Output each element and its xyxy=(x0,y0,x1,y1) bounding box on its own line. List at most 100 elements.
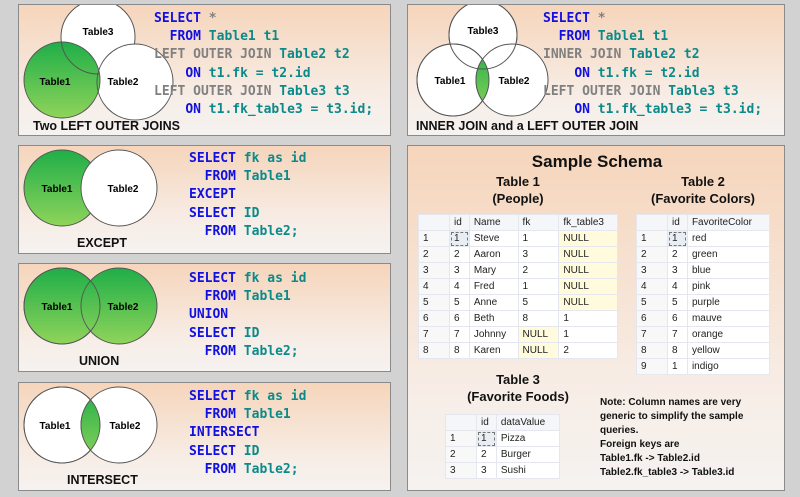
table-row[interactable]: 4 4 pink xyxy=(636,278,771,295)
table-row[interactable]: 1 1 red xyxy=(636,230,771,247)
table-cell[interactable]: 2 xyxy=(667,246,688,263)
table-cell[interactable]: 1 xyxy=(517,230,560,247)
table-cell[interactable]: 1 xyxy=(667,230,688,247)
row-number[interactable]: 9 xyxy=(636,358,668,375)
table-row[interactable]: 6 6 mauve xyxy=(636,310,771,327)
row-number[interactable]: 4 xyxy=(418,278,450,295)
table-row[interactable]: 3 3 Mary 2 NULL xyxy=(418,262,618,279)
table-cell[interactable]: Steve xyxy=(468,230,519,247)
row-number[interactable]: 6 xyxy=(418,310,450,327)
row-number[interactable]: 8 xyxy=(636,342,668,359)
table-row[interactable]: 8 8 yellow xyxy=(636,342,771,359)
table-cell[interactable]: 4 xyxy=(449,278,470,295)
table-cell[interactable]: 3 xyxy=(449,262,470,279)
table-cell[interactable]: 7 xyxy=(667,326,688,343)
column-header[interactable] xyxy=(418,214,450,231)
row-number[interactable]: 7 xyxy=(418,326,450,343)
table-cell[interactable]: 1 xyxy=(558,326,618,343)
table-row[interactable]: 5 5 Anne 5 NULL xyxy=(418,294,618,311)
column-header[interactable]: fk_table3 xyxy=(558,214,618,231)
table-cell[interactable]: NULL xyxy=(558,294,618,311)
table-cell[interactable]: red xyxy=(686,230,771,247)
column-header[interactable]: id xyxy=(476,414,497,431)
table-cell[interactable]: Aaron xyxy=(468,246,519,263)
table-row[interactable]: 1 1 Pizza xyxy=(445,430,561,447)
table-row[interactable]: 4 4 Fred 1 NULL xyxy=(418,278,618,295)
row-number[interactable]: 5 xyxy=(636,294,668,311)
row-number[interactable]: 7 xyxy=(636,326,668,343)
column-header[interactable]: fk xyxy=(517,214,560,231)
table-row[interactable]: 2 2 green xyxy=(636,246,771,263)
row-number[interactable]: 3 xyxy=(636,262,668,279)
column-header[interactable] xyxy=(636,214,668,231)
table-cell[interactable]: NULL xyxy=(558,278,618,295)
table-cell[interactable]: 5 xyxy=(667,294,688,311)
column-header[interactable]: id xyxy=(449,214,470,231)
table-cell[interactable]: purple xyxy=(686,294,771,311)
table-cell[interactable]: 8 xyxy=(517,310,560,327)
table-cell[interactable]: 2 xyxy=(558,342,618,359)
table-cell[interactable]: pink xyxy=(686,278,771,295)
table-cell[interactable]: 1 xyxy=(449,230,470,247)
table-cell[interactable]: yellow xyxy=(686,342,771,359)
column-header[interactable]: FavoriteColor xyxy=(686,214,771,231)
table-cell[interactable]: green xyxy=(686,246,771,263)
row-number[interactable]: 5 xyxy=(418,294,450,311)
table-cell[interactable]: Pizza xyxy=(495,430,561,447)
table-cell[interactable]: 2 xyxy=(449,246,470,263)
row-number[interactable]: 1 xyxy=(636,230,668,247)
table-cell[interactable]: 5 xyxy=(517,294,560,311)
table-cell[interactable]: NULL xyxy=(558,230,618,247)
table-row[interactable]: 2 2 Burger xyxy=(445,446,561,463)
table-cell[interactable]: 8 xyxy=(667,342,688,359)
table-cell[interactable]: blue xyxy=(686,262,771,279)
table-cell[interactable]: 1 xyxy=(558,310,618,327)
table-cell[interactable]: 2 xyxy=(517,262,560,279)
table-cell[interactable]: 6 xyxy=(667,310,688,327)
table-cell[interactable]: 3 xyxy=(476,462,497,479)
table-row[interactable]: 1 1 Steve 1 NULL xyxy=(418,230,618,247)
table-cell[interactable]: NULL xyxy=(558,246,618,263)
row-number[interactable]: 2 xyxy=(418,246,450,263)
table-row[interactable]: 7 7 orange xyxy=(636,326,771,343)
table-cell[interactable]: NULL xyxy=(517,326,560,343)
table-row[interactable]: 9 1 indigo xyxy=(636,358,771,375)
column-header[interactable]: dataValue xyxy=(495,414,561,431)
table-cell[interactable]: indigo xyxy=(686,358,771,375)
table-cell[interactable]: Sushi xyxy=(495,462,561,479)
row-number[interactable]: 1 xyxy=(445,430,477,447)
table-cell[interactable]: Anne xyxy=(468,294,519,311)
column-header[interactable] xyxy=(445,414,477,431)
table-cell[interactable]: 3 xyxy=(667,262,688,279)
column-header[interactable]: id xyxy=(667,214,688,231)
table-row[interactable]: 7 7 Johnny NULL 1 xyxy=(418,326,618,343)
table-cell[interactable]: 6 xyxy=(449,310,470,327)
table-cell[interactable]: Beth xyxy=(468,310,519,327)
table-cell[interactable]: 4 xyxy=(667,278,688,295)
row-number[interactable]: 4 xyxy=(636,278,668,295)
row-number[interactable]: 8 xyxy=(418,342,450,359)
table-cell[interactable]: 2 xyxy=(476,446,497,463)
table-cell[interactable]: Karen xyxy=(468,342,519,359)
table-cell[interactable]: 8 xyxy=(449,342,470,359)
row-number[interactable]: 3 xyxy=(418,262,450,279)
table-row[interactable]: 2 2 Aaron 3 NULL xyxy=(418,246,618,263)
table-cell[interactable]: NULL xyxy=(558,262,618,279)
table-cell[interactable]: Fred xyxy=(468,278,519,295)
row-number[interactable]: 3 xyxy=(445,462,477,479)
table-cell[interactable]: 3 xyxy=(517,246,560,263)
table-cell[interactable]: Burger xyxy=(495,446,561,463)
table-cell[interactable]: 1 xyxy=(476,430,497,447)
row-number[interactable]: 6 xyxy=(636,310,668,327)
table-cell[interactable]: Mary xyxy=(468,262,519,279)
row-number[interactable]: 1 xyxy=(418,230,450,247)
table-cell[interactable]: NULL xyxy=(517,342,560,359)
column-header[interactable]: Name xyxy=(468,214,519,231)
table-row[interactable]: 3 3 blue xyxy=(636,262,771,279)
table-row[interactable]: 5 5 purple xyxy=(636,294,771,311)
table-cell[interactable]: 7 xyxy=(449,326,470,343)
table-cell[interactable]: orange xyxy=(686,326,771,343)
table-cell[interactable]: 1 xyxy=(667,358,688,375)
table-cell[interactable]: 1 xyxy=(517,278,560,295)
table-cell[interactable]: 5 xyxy=(449,294,470,311)
